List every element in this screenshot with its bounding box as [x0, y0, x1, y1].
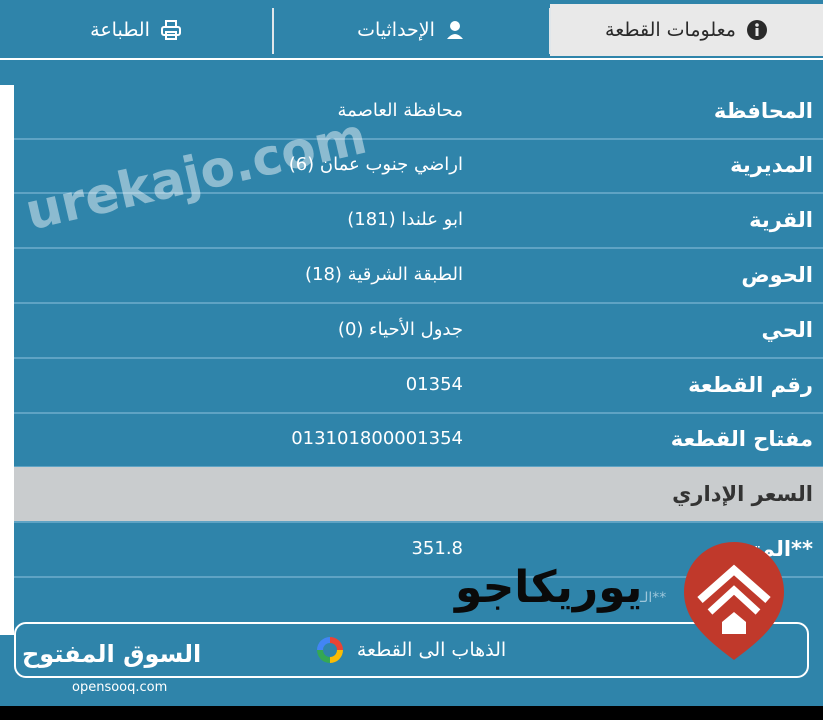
info-row-basin: الحوض الطبقة الشرقية (18): [14, 248, 823, 304]
info-row-neighborhood: الحي جدول الأحياء (0): [14, 303, 823, 359]
bottom-bar: [0, 706, 823, 720]
side-strip: [0, 85, 14, 635]
tab-label: الطباعة: [90, 19, 150, 41]
tab-print[interactable]: الطباعة: [0, 4, 272, 56]
section-admin-price: السعر الإداري: [14, 467, 823, 523]
info-row-parcel-number: رقم القطعة 01354: [14, 358, 823, 414]
tab-coordinates[interactable]: الإحداثيات: [274, 4, 548, 56]
row-label: المحافظة: [713, 99, 813, 123]
goto-label: الذهاب الى القطعة: [356, 639, 507, 661]
tab-parcel-info[interactable]: معلومات القطعة: [550, 4, 823, 56]
tab-label: الإحداثيات: [357, 19, 435, 41]
opensooq-url: opensooq.com: [72, 680, 168, 695]
info-row-parcel-key: مفتاح القطعة 013101800001354: [14, 412, 823, 468]
tab-divider: [549, 8, 551, 54]
section-title: السعر الإداري: [672, 482, 813, 506]
row-value: جدول الأحياء (0): [337, 319, 463, 340]
info-icon: [746, 19, 768, 41]
info-row-governorate: المحافظة محافظة العاصمة: [14, 84, 823, 140]
footnote: **الـ: [640, 590, 667, 606]
row-value: الطبقة الشرقية (18): [304, 264, 463, 285]
google-icon: [316, 637, 343, 663]
printer-icon: [160, 19, 182, 41]
row-label: مفتاح القطعة: [670, 427, 813, 451]
row-value: 01354: [405, 374, 463, 395]
user-pin-icon: [445, 19, 465, 41]
row-label: الحوض: [741, 263, 813, 287]
row-label: الحي: [761, 318, 813, 342]
row-label: المديرية: [730, 153, 813, 177]
tab-label: معلومات القطعة: [605, 19, 736, 41]
tab-divider: [272, 8, 274, 54]
row-label: القرية: [749, 208, 813, 232]
row-value: 013101800001354: [291, 428, 463, 449]
eurekajo-logo-icon: [684, 542, 784, 660]
row-label: رقم القطعة: [688, 373, 813, 397]
row-value: ابو علندا (181): [347, 209, 463, 230]
tab-bar: معلومات القطعة الإحداثيات الطباعة: [0, 0, 823, 60]
opensooq-brand: السوق المفتوح: [22, 640, 202, 668]
watermark-logo-text: يوريكاجو: [455, 562, 643, 613]
